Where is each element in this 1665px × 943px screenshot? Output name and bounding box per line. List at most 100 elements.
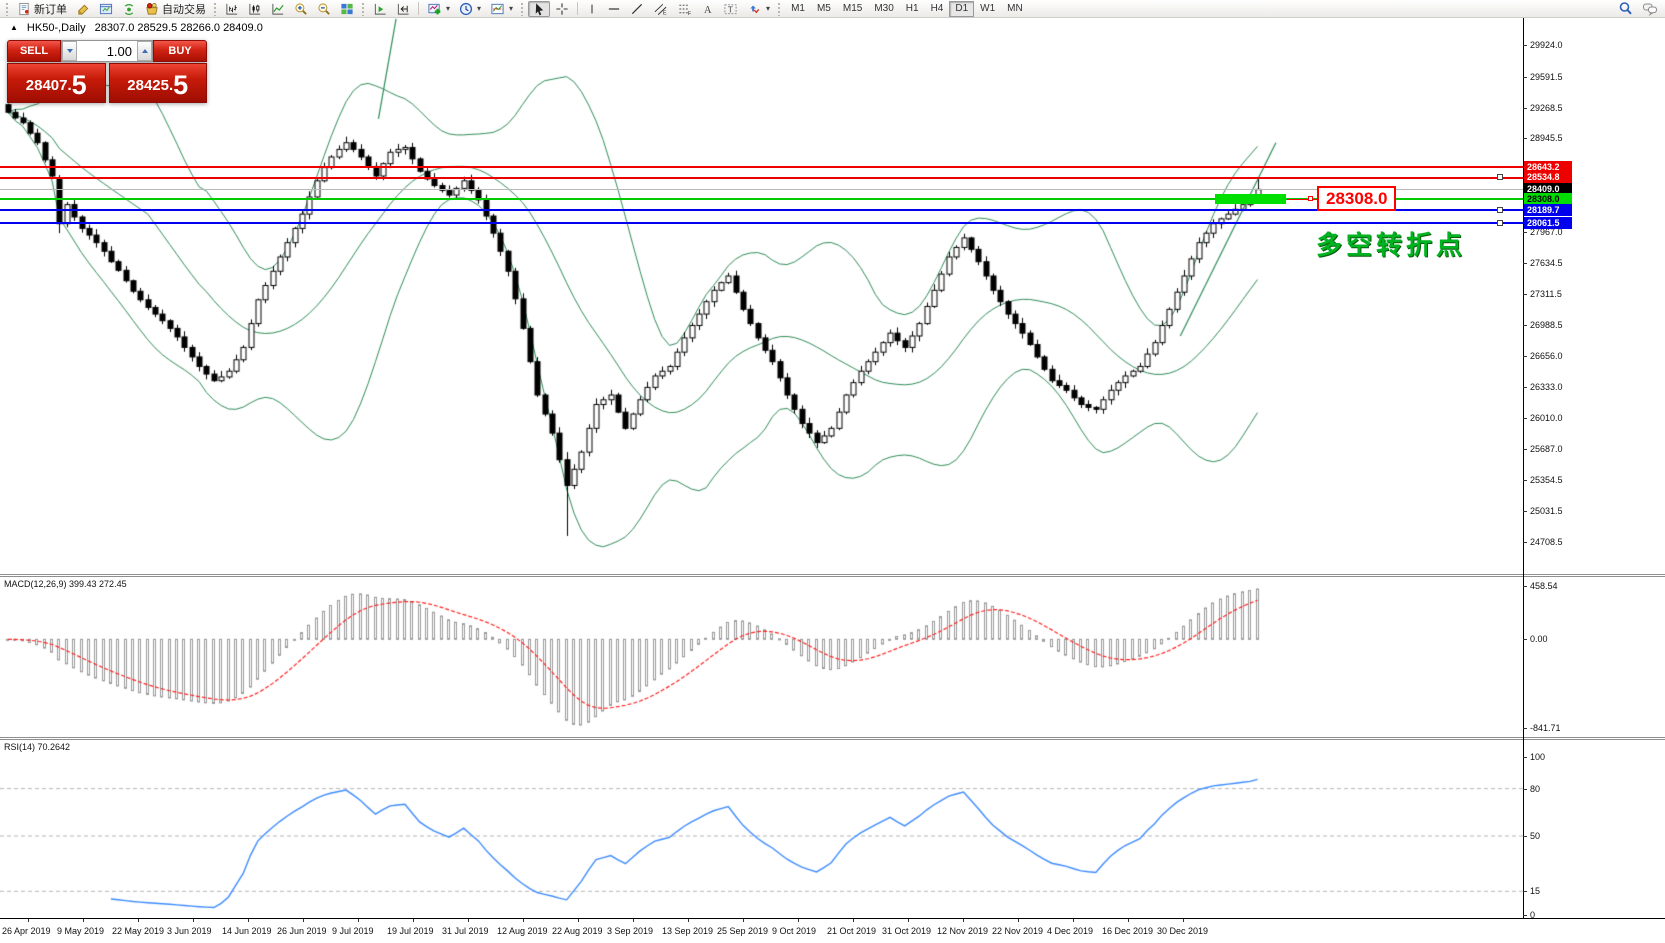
cursor-tool-button[interactable] [528, 1, 550, 17]
arrows-tool-button[interactable]: ▾ [743, 1, 774, 17]
horizontal-line-28189.7[interactable] [0, 209, 1523, 211]
price-axis-tick [1523, 511, 1527, 512]
add-indicator-button[interactable]: ▾ [423, 1, 454, 17]
trendline-tool-button[interactable] [626, 1, 648, 17]
toolbar-grip[interactable] [5, 2, 10, 16]
time-axis-label: 3 Jun 2019 [167, 926, 212, 936]
horizontal-line-28643.2[interactable] [0, 166, 1523, 168]
period-button[interactable]: ▾ [455, 1, 485, 17]
main-chart-canvas[interactable] [0, 18, 1523, 574]
vertical-line-tool-button[interactable] [582, 1, 602, 17]
horizontal-line-28534.8[interactable] [0, 177, 1523, 179]
highlight-segment[interactable] [1215, 194, 1286, 204]
turning-point-note[interactable]: 多空转折点 [1316, 225, 1466, 262]
horizontal-line-28061.5[interactable] [0, 222, 1523, 224]
price-axis-tick [1523, 294, 1527, 295]
pane-separator[interactable] [0, 737, 1665, 740]
timeframe-m5-button[interactable]: M5 [811, 1, 837, 17]
time-axis[interactable]: 26 Apr 20199 May 201922 May 20193 Jun 20… [0, 918, 1665, 943]
horizontal-line-28409.0[interactable] [0, 189, 1523, 190]
candlestick-chart-button[interactable] [244, 1, 266, 17]
sell-price-button[interactable]: 28407.5 [7, 63, 106, 103]
auto-scroll-button[interactable] [369, 1, 391, 17]
volume-input[interactable] [77, 41, 137, 61]
profiles-icon [99, 2, 113, 16]
timeframe-m15-button[interactable]: M15 [837, 1, 868, 17]
buy-price-button[interactable]: 28425.5 [109, 63, 208, 103]
chevron-down-icon: ▾ [509, 4, 513, 13]
text-tool-button[interactable]: A [697, 1, 718, 17]
chart-shift-button[interactable] [392, 1, 414, 17]
time-axis-tick [853, 919, 854, 922]
toolbar-grip[interactable] [213, 2, 218, 16]
horizontal-line-tool-button[interactable] [603, 1, 625, 17]
toolbar-grip[interactable] [520, 2, 525, 16]
search-button[interactable] [1614, 1, 1637, 17]
new-order-button[interactable]: 新订单 [13, 1, 71, 17]
timeframe-mn-button[interactable]: MN [1001, 1, 1029, 17]
signal-button[interactable] [118, 1, 140, 17]
time-axis-label: 9 Jul 2019 [332, 926, 374, 936]
price-tag-28061.5: 28061.5 [1524, 217, 1572, 229]
sell-button[interactable]: SELL [7, 40, 61, 62]
line-handle[interactable] [1497, 207, 1503, 213]
eraser-button[interactable] [72, 1, 94, 17]
triangle-up-icon [142, 49, 148, 53]
timeframe-m30-button[interactable]: M30 [868, 1, 899, 17]
mt4-window: 新订单 自动交易 ▾ ▾ ▾ E F A T ▾ [0, 0, 1665, 943]
zoom-in-icon [294, 2, 308, 16]
pane-separator[interactable] [0, 574, 1665, 577]
toolbar-grip[interactable] [361, 2, 366, 16]
template-button[interactable]: ▾ [486, 1, 517, 17]
chat-icon [1642, 1, 1658, 16]
timeframe-m1-button[interactable]: M1 [785, 1, 811, 17]
rsi-axis-label: 0 [1530, 910, 1535, 920]
time-axis-label: 26 Apr 2019 [2, 926, 51, 936]
bar-chart-button[interactable] [221, 1, 243, 17]
zoom-out-button[interactable] [313, 1, 335, 17]
time-axis-label: 14 Jun 2019 [222, 926, 272, 936]
arrows-icon [747, 2, 762, 16]
line-handle[interactable] [1497, 174, 1503, 180]
price-tag-28308.0: 28308.0 [1524, 193, 1572, 205]
macd-axis-tick [1523, 639, 1527, 640]
time-axis-tick [1183, 919, 1184, 922]
toolbar-grip[interactable] [777, 2, 782, 16]
macd-canvas[interactable] [0, 577, 1523, 737]
rsi-axis-tick [1523, 757, 1527, 758]
tile-windows-button[interactable] [336, 1, 358, 17]
signal-icon [122, 2, 136, 16]
zoom-in-button[interactable] [290, 1, 312, 17]
auto-trading-button[interactable]: 自动交易 [141, 1, 210, 17]
timeframe-d1-button[interactable]: D1 [949, 1, 974, 17]
buy-button[interactable]: BUY [153, 40, 207, 62]
line-handle[interactable] [1497, 220, 1503, 226]
equidistant-channel-tool-button[interactable]: E [649, 1, 672, 17]
time-axis-label: 12 Aug 2019 [497, 926, 548, 936]
timeframe-h4-button[interactable]: H4 [925, 1, 950, 17]
collapse-triangle-icon[interactable]: ▲ [10, 23, 18, 32]
rsi-axis-label: 100 [1530, 752, 1545, 762]
timeframe-h1-button[interactable]: H1 [900, 1, 925, 17]
price-axis-label: 25687.0 [1530, 444, 1563, 454]
price-axis-line [1523, 18, 1524, 918]
timeframe-w1-button[interactable]: W1 [974, 1, 1001, 17]
macd-pane: MACD(12,26,9) 399.43 272.45 [0, 577, 1523, 737]
price-axis-label: 24708.5 [1530, 537, 1563, 547]
text-label-tool-button[interactable]: T [719, 1, 742, 17]
time-axis-tick [468, 919, 469, 922]
rsi-canvas[interactable] [0, 740, 1523, 918]
price-tag-28189.7: 28189.7 [1524, 204, 1572, 216]
rsi-axis-tick [1523, 891, 1527, 892]
crosshair-tool-button[interactable] [551, 1, 573, 17]
fibonacci-tool-button[interactable]: F [673, 1, 696, 17]
buy-price: 28425 [127, 73, 169, 98]
volume-decrease-button[interactable] [62, 41, 77, 61]
macd-axis-label: 458.54 [1530, 581, 1558, 591]
price-callout[interactable]: 28308.0 [1317, 186, 1396, 211]
line-chart-button[interactable] [267, 1, 289, 17]
time-axis-tick [248, 919, 249, 922]
chat-button[interactable] [1638, 1, 1662, 17]
profiles-button[interactable] [95, 1, 117, 17]
volume-increase-button[interactable] [137, 41, 152, 61]
